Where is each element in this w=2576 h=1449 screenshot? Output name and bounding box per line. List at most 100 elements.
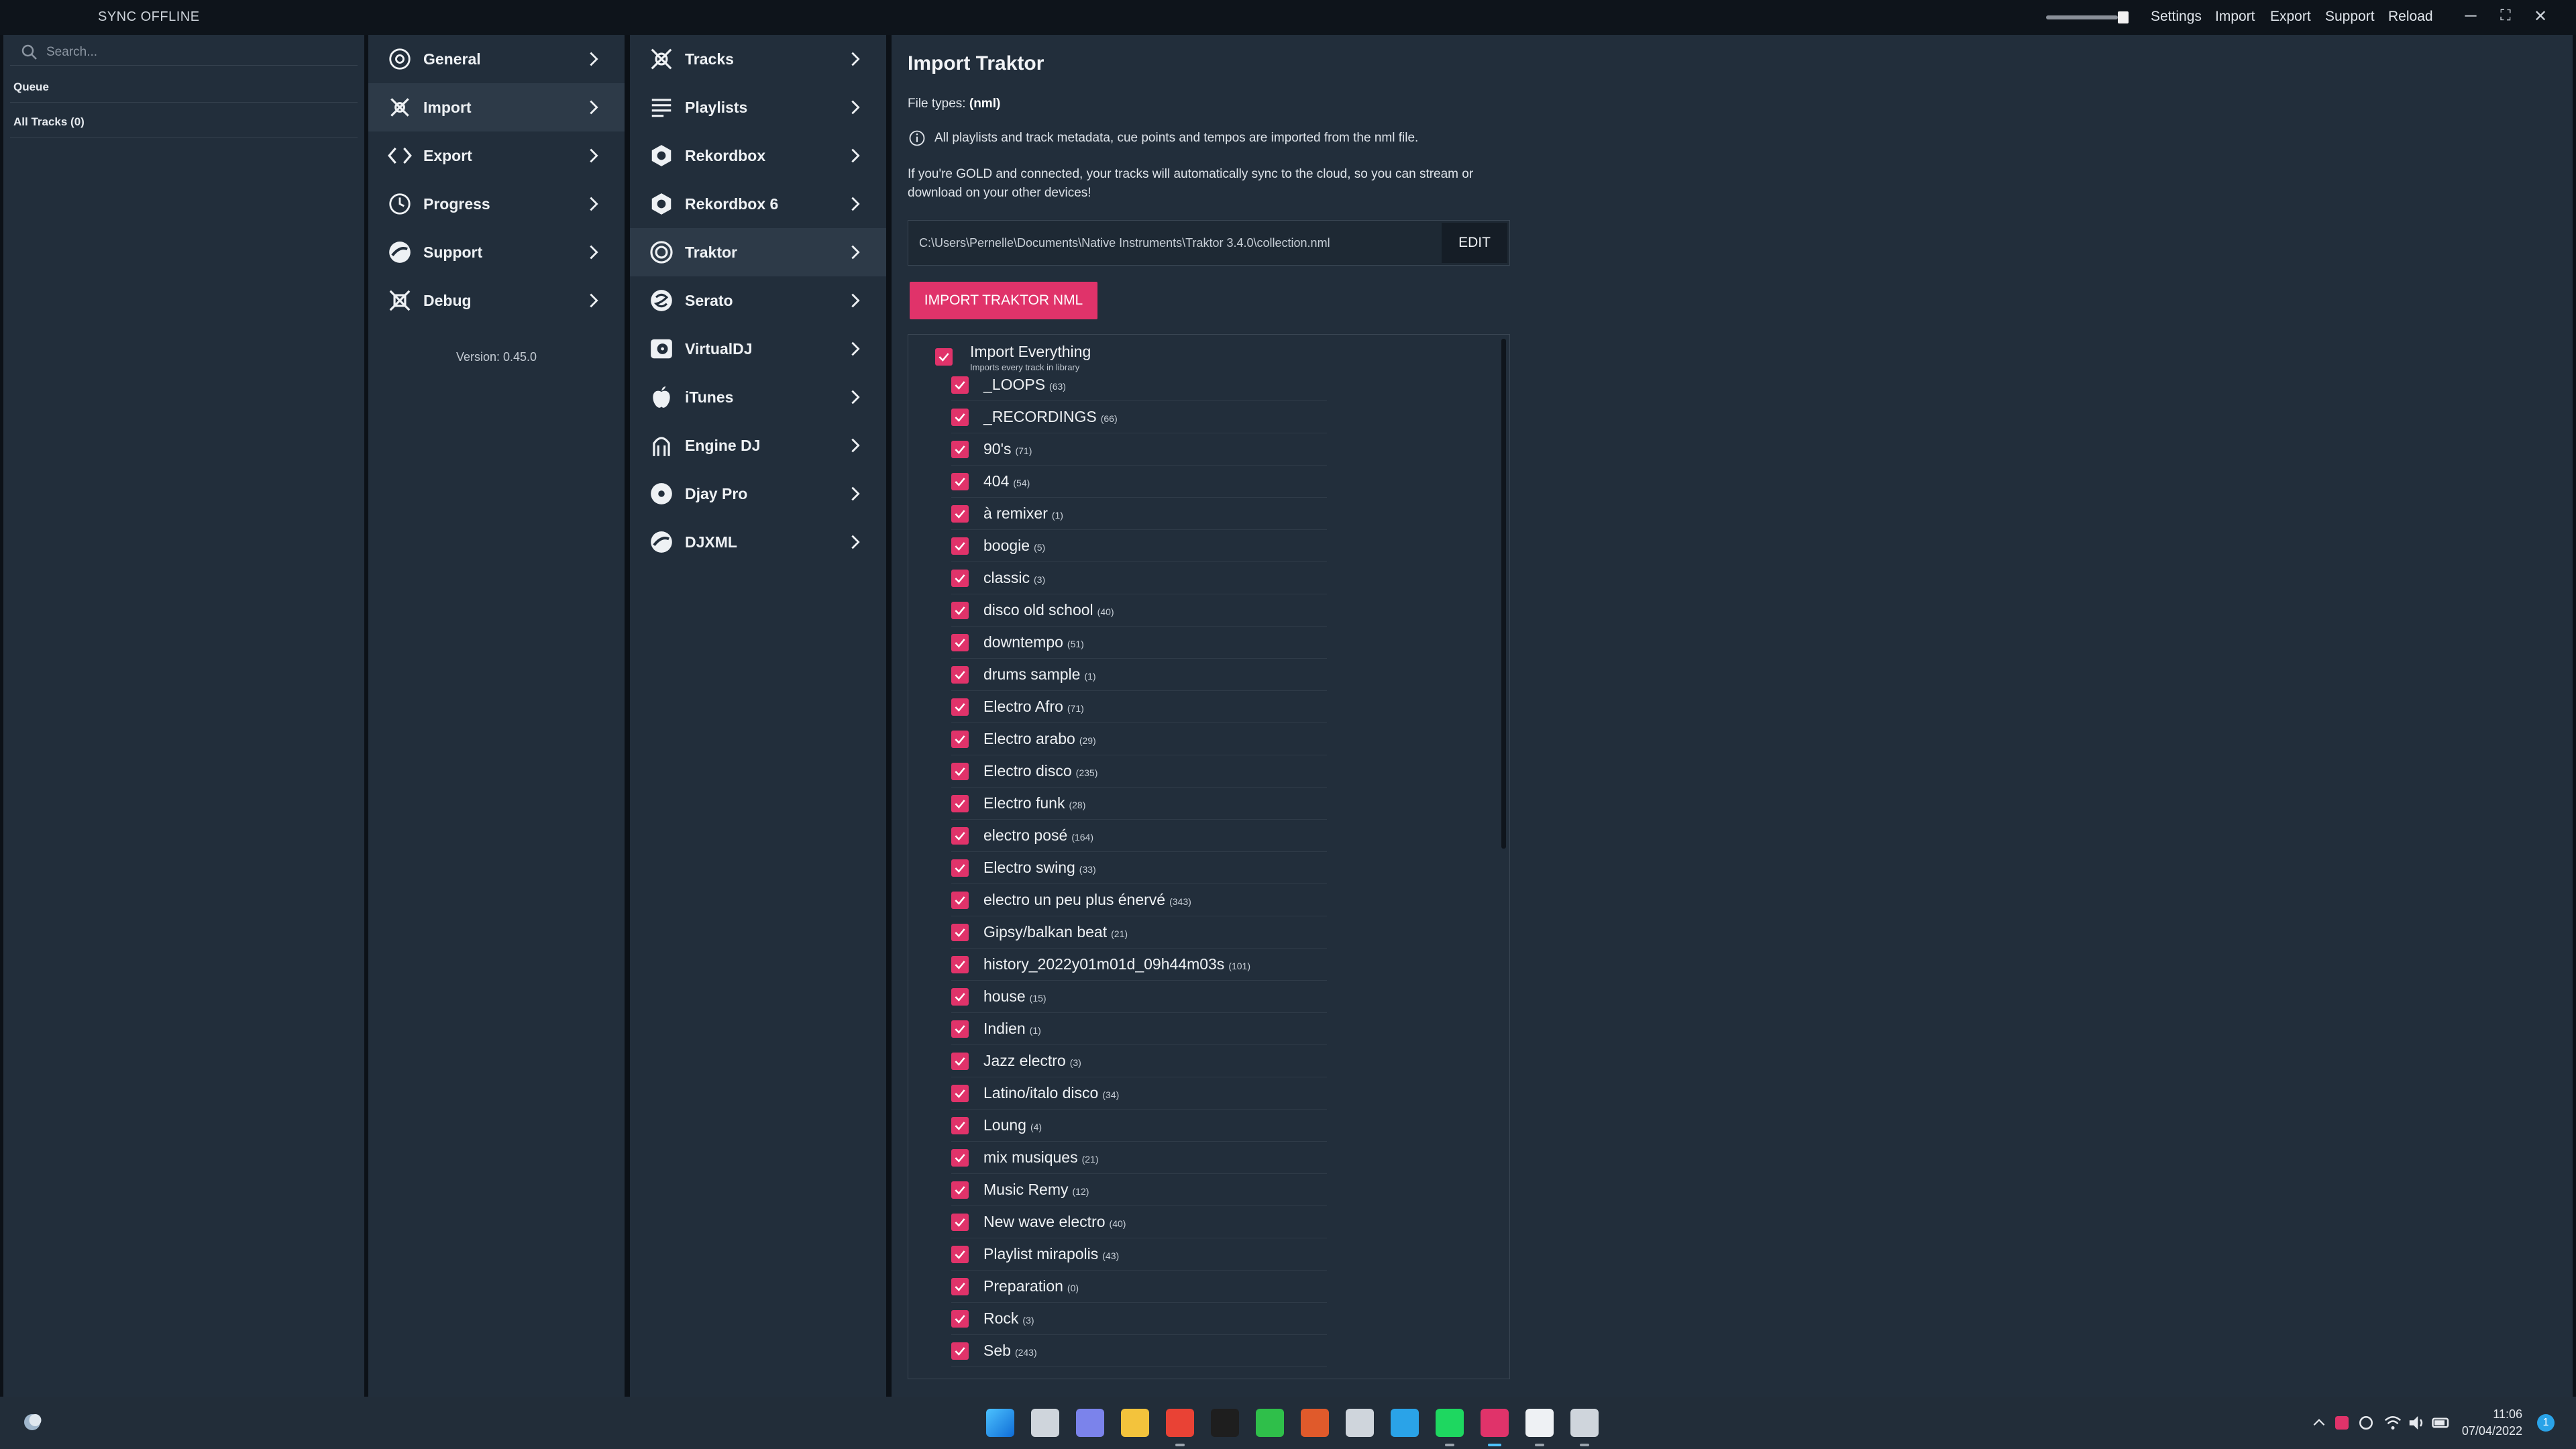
notification-badge[interactable]: 1	[2537, 1414, 2555, 1432]
playlist-checkbox[interactable]	[951, 730, 969, 748]
playlist-checkbox[interactable]	[951, 891, 969, 909]
search-bar[interactable]: Search...	[10, 39, 358, 66]
playlist-row[interactable]: Gipsy/balkan beat (21)	[951, 916, 1327, 949]
playlist-row[interactable]: Electro arabo (29)	[951, 723, 1327, 755]
playlist-checkbox[interactable]	[951, 504, 969, 523]
maximize-button[interactable]: ⛶	[2496, 7, 2516, 24]
playlist-checkbox[interactable]	[951, 408, 969, 426]
chrome-icon[interactable]	[1166, 1409, 1194, 1437]
playlist-row[interactable]: New wave electro (40)	[951, 1206, 1327, 1238]
wifi-icon[interactable]	[2383, 1413, 2403, 1433]
playlist-row[interactable]: boogie (5)	[951, 530, 1327, 562]
playlist-checkbox[interactable]	[951, 762, 969, 780]
gift-app-icon[interactable]	[1301, 1409, 1329, 1437]
search-input[interactable]: Search...	[46, 45, 97, 60]
nav-support[interactable]: Support	[368, 228, 625, 276]
paint-icon[interactable]	[1346, 1409, 1374, 1437]
volume-slider[interactable]	[2046, 11, 2131, 23]
import-traktor-nml-button[interactable]: IMPORT TRAKTOR NML	[910, 282, 1097, 319]
playlist-checkbox[interactable]	[951, 1020, 969, 1038]
file-explorer-icon[interactable]	[1121, 1409, 1149, 1437]
nav-rekordbox[interactable]: Rekordbox	[630, 131, 886, 180]
minimize-button[interactable]: ─	[2461, 7, 2481, 25]
queue-item[interactable]: Queue	[13, 80, 49, 94]
list-scrollbar[interactable]	[1501, 339, 1506, 849]
playlist-row[interactable]: Music Remy (12)	[951, 1174, 1327, 1206]
playlist-row[interactable]: drums sample (1)	[951, 659, 1327, 691]
playlist-checkbox[interactable]	[951, 1148, 969, 1167]
playlist-row[interactable]: Electro Afro (71)	[951, 691, 1327, 723]
nav-itunes[interactable]: iTunes	[630, 373, 886, 421]
settings-menu[interactable]: Settings	[2151, 9, 2202, 25]
playlist-row[interactable]: Latino/italo disco (34)	[951, 1077, 1327, 1110]
spotify-icon[interactable]	[1436, 1409, 1464, 1437]
playlist-row[interactable]: 404 (54)	[951, 466, 1327, 498]
ableton-live-icon[interactable]	[1211, 1409, 1239, 1437]
nav-general[interactable]: General	[368, 35, 625, 83]
import-everything-option[interactable]: Import Everything Imports every track in…	[935, 343, 1091, 372]
playlist-checkbox[interactable]	[951, 1277, 969, 1295]
all-tracks-item[interactable]: All Tracks (0)	[13, 115, 85, 129]
playlist-row[interactable]: à remixer (1)	[951, 498, 1327, 530]
nav-djay-pro[interactable]: Djay Pro	[630, 470, 886, 518]
playlist-row[interactable]: Seb (243)	[951, 1335, 1327, 1367]
playlist-checkbox[interactable]	[951, 569, 969, 587]
nav-debug[interactable]: Debug	[368, 276, 625, 325]
playlist-row[interactable]: disco old school (40)	[951, 594, 1327, 627]
weather-widget-icon[interactable]	[20, 1410, 44, 1434]
rekordcloud-icon[interactable]	[1481, 1409, 1509, 1437]
playlist-checkbox[interactable]	[951, 537, 969, 555]
serato-taskbar-icon[interactable]	[1570, 1409, 1599, 1437]
playlist-row[interactable]: _RECORDINGS (66)	[951, 401, 1327, 433]
app-tray-icon[interactable]	[2332, 1413, 2352, 1433]
playlist-checkbox[interactable]	[951, 1245, 969, 1263]
import-everything-checkbox[interactable]	[935, 348, 953, 366]
playlist-row[interactable]: electro posé (164)	[951, 820, 1327, 852]
nav-import[interactable]: Import	[368, 83, 625, 131]
volume-icon[interactable]	[2407, 1413, 2427, 1433]
system-clock[interactable]: 11:06 07/04/2022	[2455, 1406, 2522, 1440]
task-view-icon[interactable]	[1031, 1409, 1059, 1437]
nav-playlists[interactable]: Playlists	[630, 83, 886, 131]
nav-export[interactable]: Export	[368, 131, 625, 180]
nav-engine-dj[interactable]: Engine DJ	[630, 421, 886, 470]
nav-tracks[interactable]: Tracks	[630, 35, 886, 83]
playlist-row[interactable]: Indien (1)	[951, 1013, 1327, 1045]
nav-serato[interactable]: Serato	[630, 276, 886, 325]
playlist-checkbox[interactable]	[951, 601, 969, 619]
import-menu[interactable]: Import	[2215, 9, 2255, 25]
playlist-checkbox[interactable]	[951, 472, 969, 490]
playlist-row[interactable]: classic (3)	[951, 562, 1327, 594]
playlist-checkbox[interactable]	[951, 1309, 969, 1328]
playlist-checkbox[interactable]	[951, 1084, 969, 1102]
volume-thumb[interactable]	[2118, 11, 2129, 23]
playlist-row[interactable]: electro un peu plus énervé (343)	[951, 884, 1327, 916]
close-button[interactable]: ✕	[2530, 7, 2551, 26]
windows-start-icon[interactable]	[986, 1409, 1014, 1437]
playlist-checkbox[interactable]	[951, 440, 969, 458]
edit-path-button[interactable]: EDIT	[1442, 223, 1507, 263]
battery-icon[interactable]	[2431, 1413, 2451, 1433]
playlist-checkbox[interactable]	[951, 1213, 969, 1231]
export-menu[interactable]: Export	[2270, 9, 2311, 25]
chevron-up-icon[interactable]	[2310, 1414, 2328, 1432]
playlist-row[interactable]: Rock (3)	[951, 1303, 1327, 1335]
playlist-row[interactable]: downtempo (51)	[951, 627, 1327, 659]
playlist-checkbox[interactable]	[951, 955, 969, 973]
nav-progress[interactable]: Progress	[368, 180, 625, 228]
playlist-checkbox[interactable]	[951, 633, 969, 651]
playlist-checkbox[interactable]	[951, 665, 969, 684]
playlist-row[interactable]: _LOOPS (63)	[951, 369, 1327, 401]
playlist-checkbox[interactable]	[951, 859, 969, 877]
nml-path-input[interactable]: C:\Users\Pernelle\Documents\Native Instr…	[908, 236, 1442, 250]
playlist-checkbox[interactable]	[951, 923, 969, 941]
playlist-checkbox[interactable]	[951, 1342, 969, 1360]
playlist-row[interactable]: Electro swing (33)	[951, 852, 1327, 884]
playlist-row[interactable]: Jazz electro (3)	[951, 1045, 1327, 1077]
playlist-checkbox[interactable]	[951, 376, 969, 394]
playlist-row[interactable]: history_2022y01m01d_09h44m03s (101)	[951, 949, 1327, 981]
playlist-row[interactable]: Loung (4)	[951, 1110, 1327, 1142]
playlist-checkbox[interactable]	[951, 826, 969, 845]
sync-tray-icon[interactable]	[2356, 1413, 2376, 1433]
playlist-checkbox[interactable]	[951, 987, 969, 1006]
